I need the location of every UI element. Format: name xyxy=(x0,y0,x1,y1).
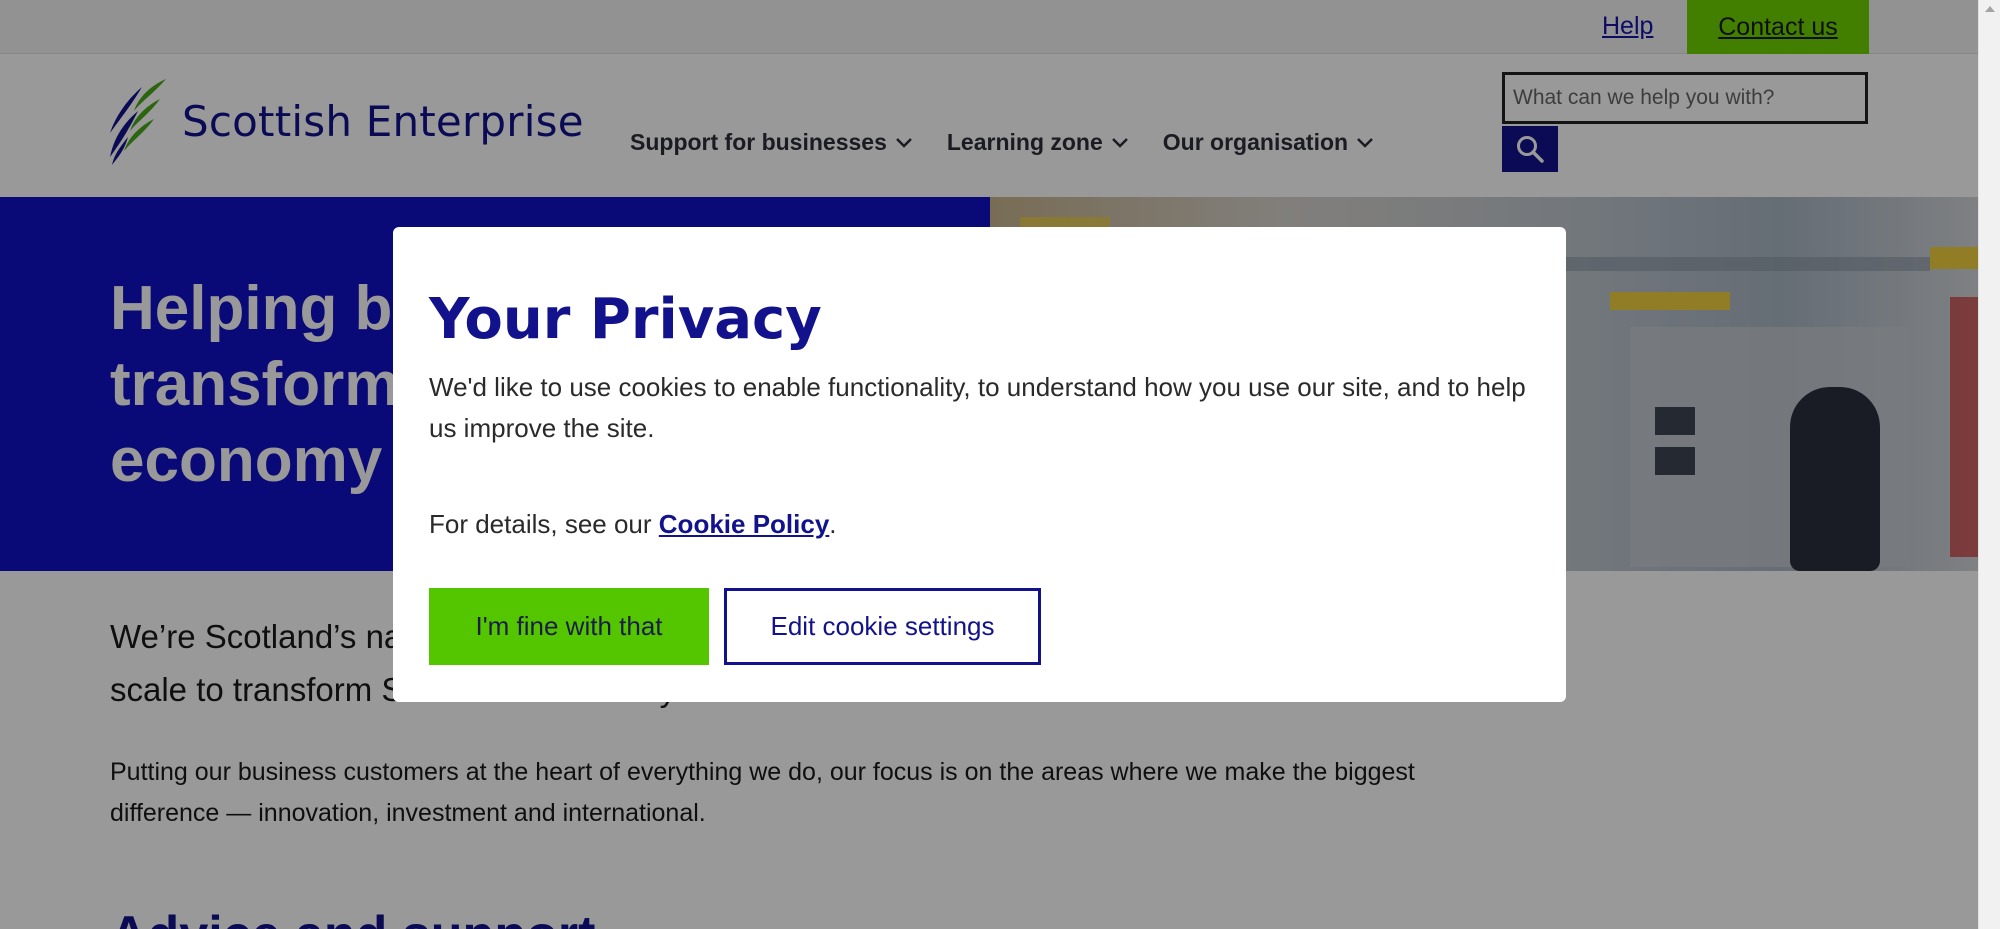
details-prefix: For details, see our xyxy=(429,509,659,539)
scroll-up-arrow-icon[interactable] xyxy=(1985,6,1995,12)
details-suffix: . xyxy=(829,509,837,539)
dialog-title: Your Privacy xyxy=(429,287,822,352)
page-scrollbar[interactable] xyxy=(1978,0,2000,929)
cookie-policy-link[interactable]: Cookie Policy xyxy=(659,509,830,539)
accept-cookies-button[interactable]: I'm fine with that xyxy=(429,588,709,665)
cookie-consent-dialog: Your Privacy We'd like to use cookies to… xyxy=(393,227,1566,702)
dialog-body: We'd like to use cookies to enable funct… xyxy=(429,372,1526,443)
edit-cookie-settings-button[interactable]: Edit cookie settings xyxy=(724,588,1041,665)
cookie-details-line: For details, see our Cookie Policy. xyxy=(429,509,837,540)
